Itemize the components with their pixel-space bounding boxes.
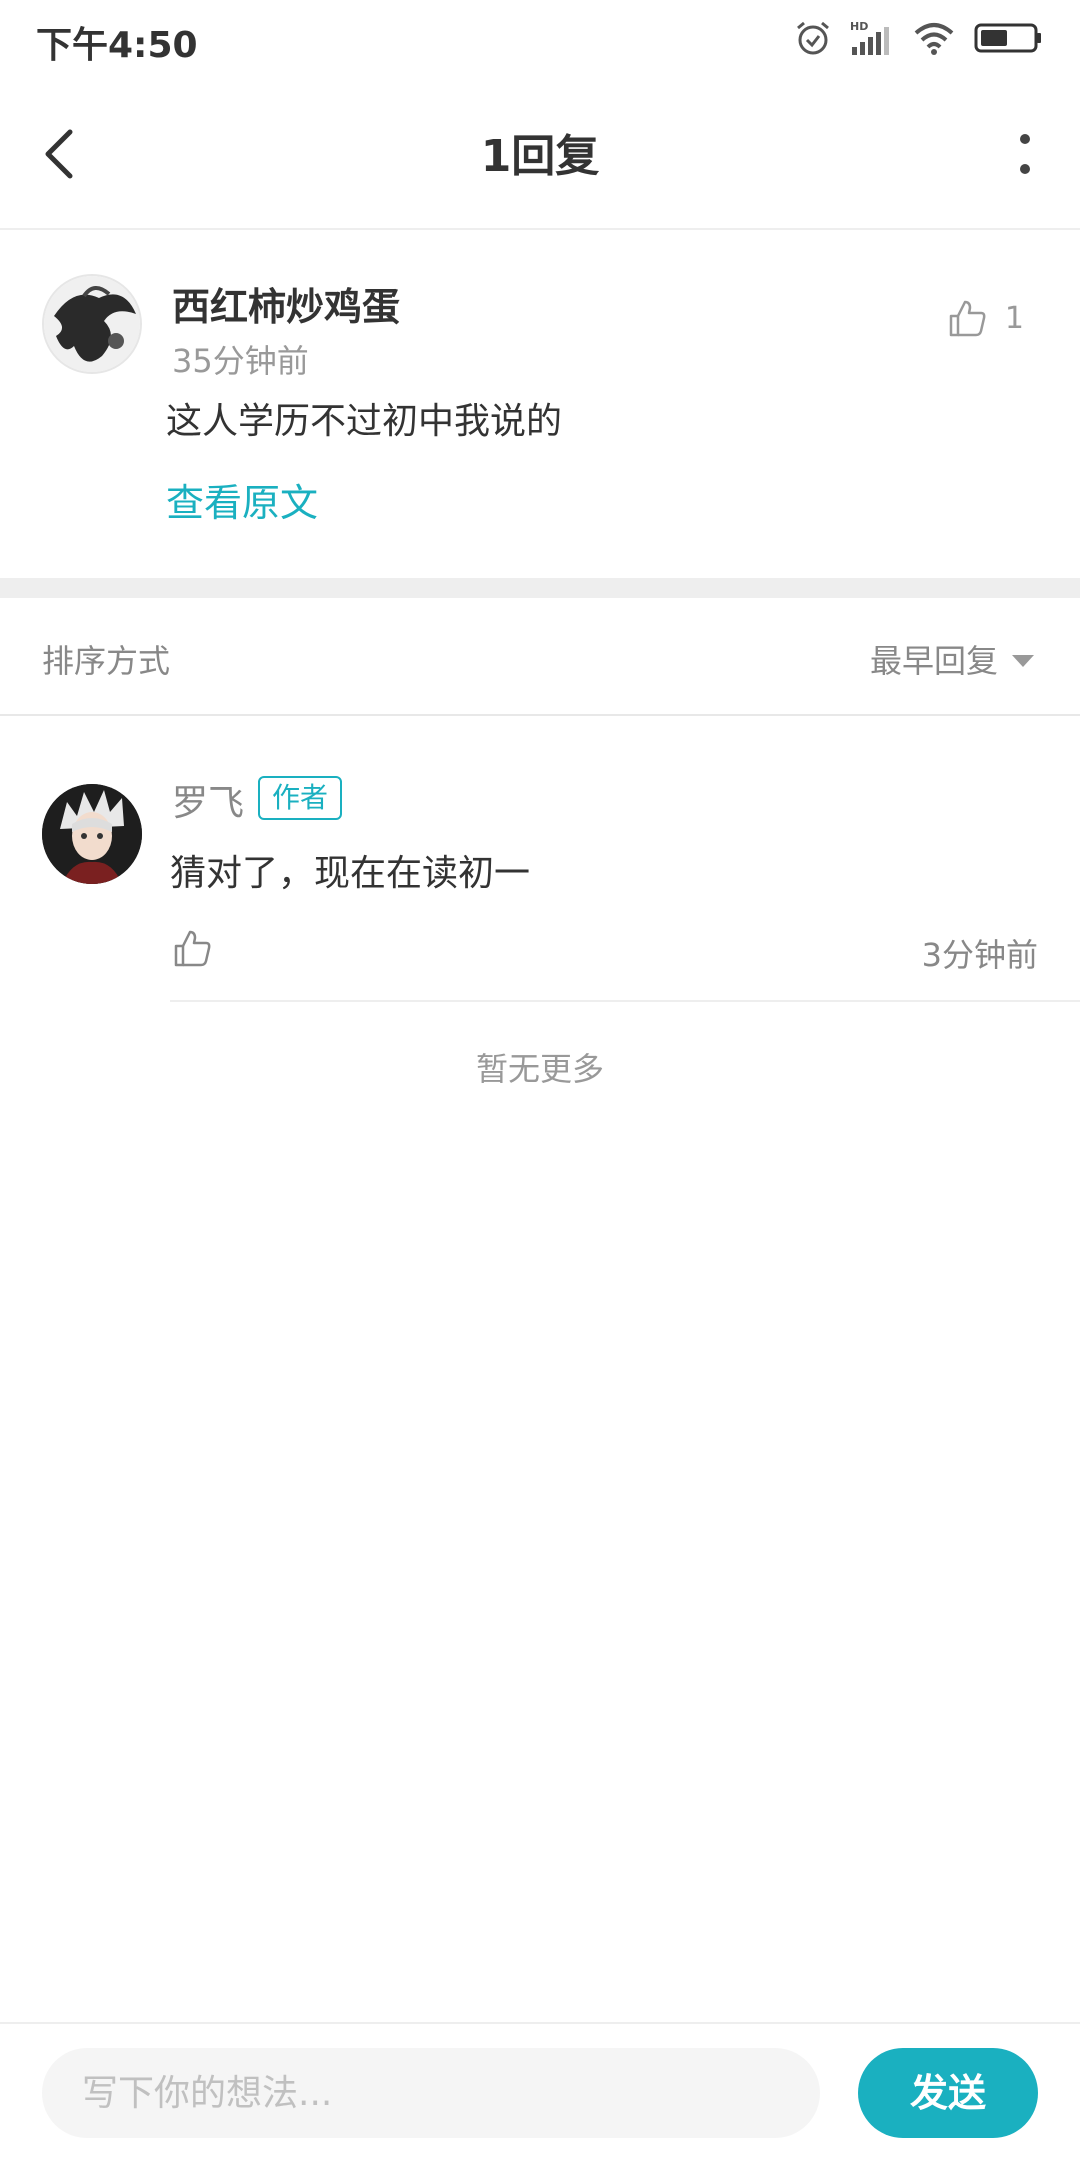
reply-item: 罗飞 作者 猜对了，现在在读初一 3分钟前 bbox=[0, 718, 1080, 1002]
send-button[interactable]: 发送 bbox=[858, 2048, 1038, 2138]
ink-painting-avatar-image bbox=[44, 276, 140, 372]
more-dot bbox=[1020, 164, 1030, 174]
sort-row: 排序方式 最早回复 bbox=[0, 598, 1080, 716]
comment-author[interactable]: 西红柿炒鸡蛋 bbox=[172, 276, 400, 331]
comment-text: 这人学历不过初中我说的 bbox=[166, 401, 563, 442]
thumbs-up-icon bbox=[174, 930, 211, 967]
caret-down-icon bbox=[1012, 655, 1034, 667]
comment-time: 35分钟前 bbox=[172, 342, 309, 380]
network-type-label: HD bbox=[850, 20, 868, 33]
reply-author[interactable]: 罗飞 bbox=[172, 774, 244, 826]
status-bar: 下午4:50 HD bbox=[0, 0, 1080, 76]
battery-icon bbox=[974, 23, 1041, 53]
view-original-link[interactable]: 查看原文 bbox=[166, 472, 318, 527]
status-time: 下午4:50 bbox=[36, 25, 198, 66]
alarm-icon bbox=[797, 21, 829, 55]
anime-character-avatar-image bbox=[42, 784, 142, 884]
no-more-text: 暂无更多 bbox=[475, 1050, 604, 1088]
sort-selected-value: 最早回复 bbox=[869, 642, 998, 680]
page-title: 1回复 bbox=[480, 131, 600, 182]
reply-time: 3分钟前 bbox=[921, 936, 1038, 974]
thumbs-up-icon bbox=[949, 300, 986, 337]
sort-label: 排序方式 bbox=[42, 642, 171, 680]
status-icons: HD bbox=[794, 16, 1044, 60]
more-button[interactable] bbox=[1010, 126, 1040, 182]
like-button[interactable]: 1 bbox=[947, 298, 1024, 338]
more-vertical-icon bbox=[1020, 134, 1030, 144]
sort-dropdown[interactable]: 最早回复 bbox=[870, 636, 1034, 682]
signal-icon: HD bbox=[850, 20, 889, 55]
avatar[interactable] bbox=[42, 784, 142, 884]
reply-input[interactable] bbox=[42, 2048, 820, 2138]
wifi-icon bbox=[914, 23, 954, 55]
reply-divider bbox=[170, 1000, 1080, 1002]
reply-like-button[interactable] bbox=[172, 928, 212, 968]
avatar[interactable] bbox=[42, 274, 142, 374]
title-bar: 1回复 bbox=[0, 76, 1080, 230]
author-badge: 作者 bbox=[258, 776, 343, 820]
like-count: 1 bbox=[1004, 300, 1024, 336]
reply-text: 猜对了，现在在读初一 bbox=[170, 853, 531, 894]
original-comment: 西红柿炒鸡蛋 35分钟前 这人学历不过初中我说的 查看原文 1 bbox=[0, 232, 1080, 578]
section-divider bbox=[0, 578, 1080, 598]
composer-bar: 发送 bbox=[0, 2022, 1080, 2160]
